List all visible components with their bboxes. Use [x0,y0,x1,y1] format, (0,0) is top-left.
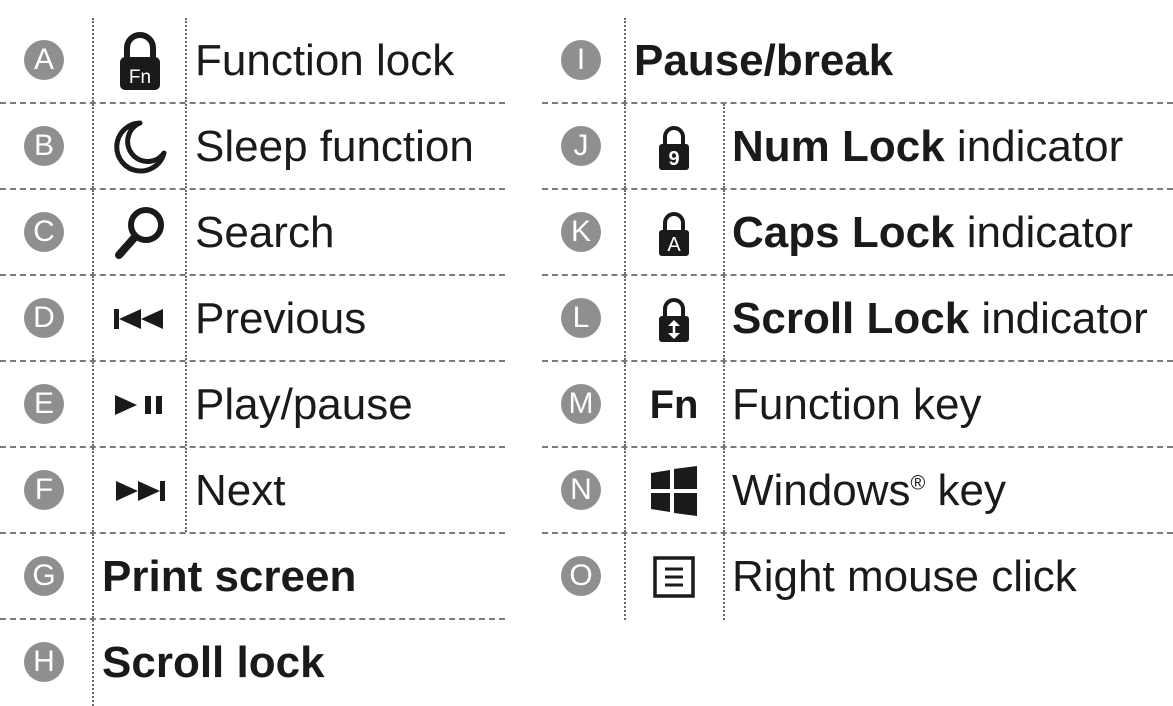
legend-row-search: C Search [0,190,505,276]
legend-row-sleep: B Sleep function [0,104,505,190]
legend-column-right: I Pause/break J 9 Num Lock indicator K A… [542,18,1173,620]
legend-row-num-lock: J 9 Num Lock indicator [542,104,1173,190]
svg-text:A: A [667,234,681,256]
legend-label: Scroll Lock indicator [732,294,1148,343]
letter-badge: M [561,384,601,424]
next-track-icon [96,448,184,534]
moon-icon [96,104,184,190]
legend-label: Scroll lock [102,638,325,687]
windows-icon [626,448,722,534]
caps-lock-icon: A [626,190,722,276]
legend-label: Sleep function [195,122,474,171]
fn-key-icon: Fn [649,382,699,427]
legend-label: Windows® key [732,466,1006,515]
search-icon [96,190,184,276]
letter-badge: C [24,212,64,252]
letter-badge: N [561,470,601,510]
play-pause-icon [96,362,184,448]
legend-row-pause-break: I Pause/break [542,18,1173,104]
legend-label: Print screen [102,552,357,601]
legend-row-right-click: O Right mouse click [542,534,1173,620]
menu-key-icon [626,534,722,620]
letter-badge: E [24,384,64,424]
svg-text:9: 9 [668,148,679,170]
legend-label: Function key [732,380,982,429]
legend-row-caps-lock: K A Caps Lock indicator [542,190,1173,276]
legend-row-function-lock: A Fn Function lock [0,18,505,104]
legend-label: Caps Lock indicator [732,208,1134,257]
letter-badge: L [561,298,601,338]
legend-row-next: F Next [0,448,505,534]
letter-badge: F [24,470,64,510]
letter-badge: A [24,40,64,80]
letter-badge: D [24,298,64,338]
letter-badge: H [24,642,64,682]
svg-text:Fn: Fn [129,67,151,88]
legend-column-left: A Fn Function lock B Sleep function C Se… [0,18,505,706]
legend-row-scroll-lock: H Scroll lock [0,620,505,706]
num-lock-icon: 9 [626,104,722,190]
letter-badge: O [561,556,601,596]
legend-label: Right mouse click [732,552,1077,601]
letter-badge: B [24,126,64,166]
legend-label: Function lock [195,36,455,85]
previous-track-icon [96,276,184,362]
legend-row-function-key: M Fn Function key [542,362,1173,448]
legend-label: Search [195,208,335,257]
legend-label: Next [195,466,286,515]
scroll-lock-icon [626,276,722,362]
legend-label: Play/pause [195,380,413,429]
legend-row-previous: D Previous [0,276,505,362]
legend-row-scroll-lock-indicator: L Scroll Lock indicator [542,276,1173,362]
letter-badge: J [561,126,601,166]
legend-row-windows-key: N Windows® key [542,448,1173,534]
legend-row-print-screen: G Print screen [0,534,505,620]
legend-label: Pause/break [634,36,894,85]
legend-label: Previous [195,294,367,343]
key-legend: A Fn Function lock B Sleep function C Se… [0,0,1173,706]
letter-badge: K [561,212,601,252]
letter-badge: I [561,40,601,80]
legend-label: Num Lock indicator [732,122,1124,171]
fn-lock-icon: Fn [96,18,184,104]
legend-row-play-pause: E Play/pause [0,362,505,448]
letter-badge: G [24,556,64,596]
